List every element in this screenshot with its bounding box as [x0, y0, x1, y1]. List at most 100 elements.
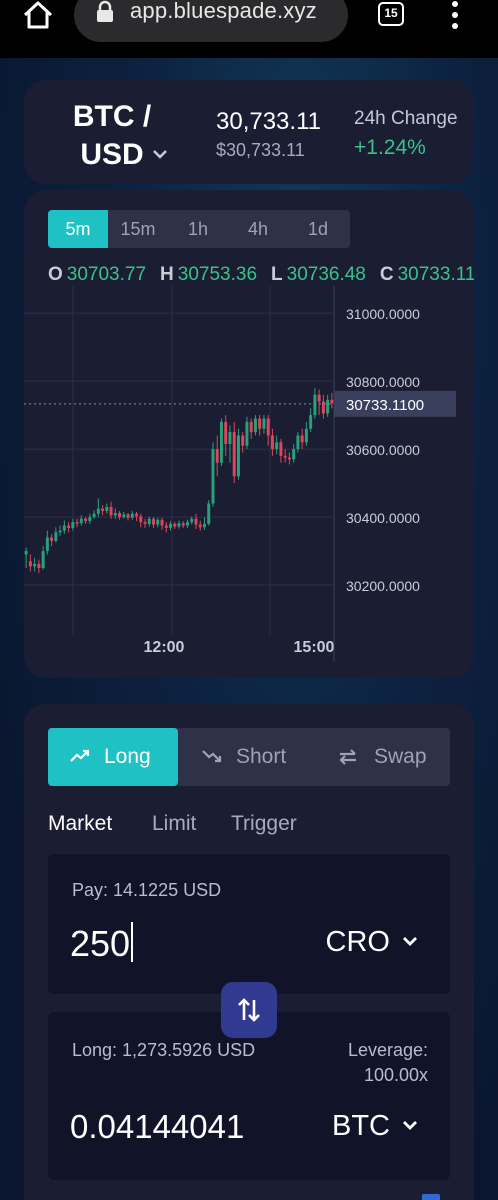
pay-amount-input[interactable]: 250 [70, 922, 134, 965]
trend-up-icon [70, 749, 90, 762]
candle-body [300, 435, 304, 443]
timeframe-5m[interactable]: 5m [48, 210, 108, 248]
timeframe-4h[interactable]: 4h [228, 210, 288, 248]
candle-body [54, 532, 58, 541]
home-icon[interactable] [22, 0, 54, 30]
switch-direction-button[interactable] [221, 982, 277, 1038]
candle-body [88, 517, 92, 522]
candle-body [62, 525, 66, 531]
candle-body [139, 516, 143, 523]
candle-body [79, 518, 83, 524]
candle-body [160, 519, 164, 526]
candle-body [130, 513, 134, 518]
chevron-down-icon[interactable] [152, 148, 168, 160]
candle-body [152, 518, 156, 525]
long-amount-value[interactable]: 0.04144041 [70, 1108, 244, 1146]
tab-long[interactable]: Long [48, 728, 178, 786]
market-summary-card: BTC / USD 30,733.11 $30,733.11 24h Chang… [24, 80, 474, 184]
last-price-usd: $30,733.11 [216, 140, 305, 160]
candle-body [37, 563, 41, 569]
candle-body [105, 506, 109, 511]
candle-body [202, 523, 206, 528]
candle-body [24, 551, 28, 555]
candlestick-chart[interactable]: 31000.0000 30800.0000 30600.0000 30400.0000… [24, 286, 474, 678]
timeframe-15m[interactable]: 15m [108, 210, 168, 248]
candle-body [241, 435, 245, 446]
candle-body [207, 503, 211, 524]
candle-body [58, 530, 62, 533]
x-tick-label: 15:00 [294, 639, 335, 656]
pay-section: Pay: 14.1225 USD 250 CRO [48, 854, 450, 994]
tab-swap-label: Swap [374, 745, 427, 768]
candle-body [275, 442, 279, 450]
order-type-trigger[interactable]: Trigger [231, 812, 297, 836]
candle-body [122, 514, 126, 518]
pay-label: Pay: 14.1225 USD [72, 880, 222, 900]
candle-body [156, 519, 160, 525]
timeframe-selector: 5m 15m 1h 4h 1d [48, 210, 350, 248]
candle-body [232, 432, 236, 477]
low-label: L [271, 264, 283, 285]
order-type-market[interactable]: Market [48, 812, 112, 836]
long-token-selector[interactable]: BTC [332, 1110, 418, 1143]
candle-body [147, 518, 151, 524]
candle-body [279, 442, 283, 456]
tab-switcher-button[interactable]: 15 [378, 2, 404, 26]
candle-body [330, 399, 334, 404]
candle-body [84, 518, 88, 522]
candle-body [75, 522, 79, 524]
last-price-tag-label: 30733.1100 [346, 397, 424, 414]
candle-body [236, 435, 240, 477]
url-text: app.bluespade.xyz [130, 0, 317, 23]
more-options-icon[interactable] [448, 0, 462, 32]
checkbox-partial[interactable] [422, 1194, 440, 1200]
order-type-limit[interactable]: Limit [152, 812, 196, 836]
candle-body [126, 514, 130, 518]
y-tick-label: 30600.0000 [346, 442, 420, 458]
y-tick-label: 30400.0000 [346, 510, 420, 526]
long-token-label: BTC [332, 1110, 390, 1142]
position-side-tabs: Long Short Swap [48, 728, 450, 786]
candle-body [270, 435, 274, 450]
candle-body [92, 513, 96, 518]
candle-body [287, 457, 291, 460]
candle-body [135, 513, 139, 517]
candle-body [262, 418, 266, 429]
high-value: 30753.36 [177, 264, 258, 285]
candle-body [33, 563, 37, 567]
chevron-down-icon [403, 1121, 417, 1130]
price-chart-card: 5m 15m 1h 4h 1d O 30703.77 H 30753.36 L 30736… [24, 190, 474, 678]
ohlc-readout: O 30703.77 H 30753.36 L 30736.48 C 30733.11 [48, 264, 474, 286]
high-label: H [160, 264, 174, 285]
candle-body [67, 525, 71, 528]
candle-body [173, 523, 177, 527]
candle-body [71, 522, 75, 528]
tab-swap[interactable]: Swap [334, 728, 450, 786]
candle-body [198, 524, 202, 528]
pay-token-selector[interactable]: CRO [326, 926, 418, 959]
candle-body [283, 455, 287, 458]
candle-body [292, 449, 296, 460]
timeframe-1d[interactable]: 1d [288, 210, 348, 248]
candle-body [317, 394, 321, 402]
chevron-down-icon [403, 937, 417, 946]
candle-body [266, 418, 270, 436]
candle-body [224, 421, 228, 445]
candle-body [321, 401, 325, 414]
candle-body [96, 508, 100, 514]
candle-body [41, 551, 45, 569]
candle-body [309, 415, 313, 429]
tab-short[interactable]: Short [194, 728, 324, 786]
candle-body [258, 418, 262, 429]
candle-body [177, 523, 181, 527]
low-value: 30736.48 [286, 264, 366, 285]
open-value: 30703.77 [66, 264, 147, 285]
text-caret [131, 922, 134, 962]
y-tick-label: 31000.0000 [346, 306, 420, 322]
y-tick-label: 30800.0000 [346, 374, 420, 390]
x-tick-label: 12:00 [144, 639, 185, 656]
timeframe-1h[interactable]: 1h [168, 210, 228, 248]
pay-amount-value: 250 [70, 923, 131, 964]
pair-selector[interactable]: BTC / USD [66, 98, 158, 174]
trade-panel: Long Short Swap Market Limit Trigger Pay… [24, 704, 474, 1200]
